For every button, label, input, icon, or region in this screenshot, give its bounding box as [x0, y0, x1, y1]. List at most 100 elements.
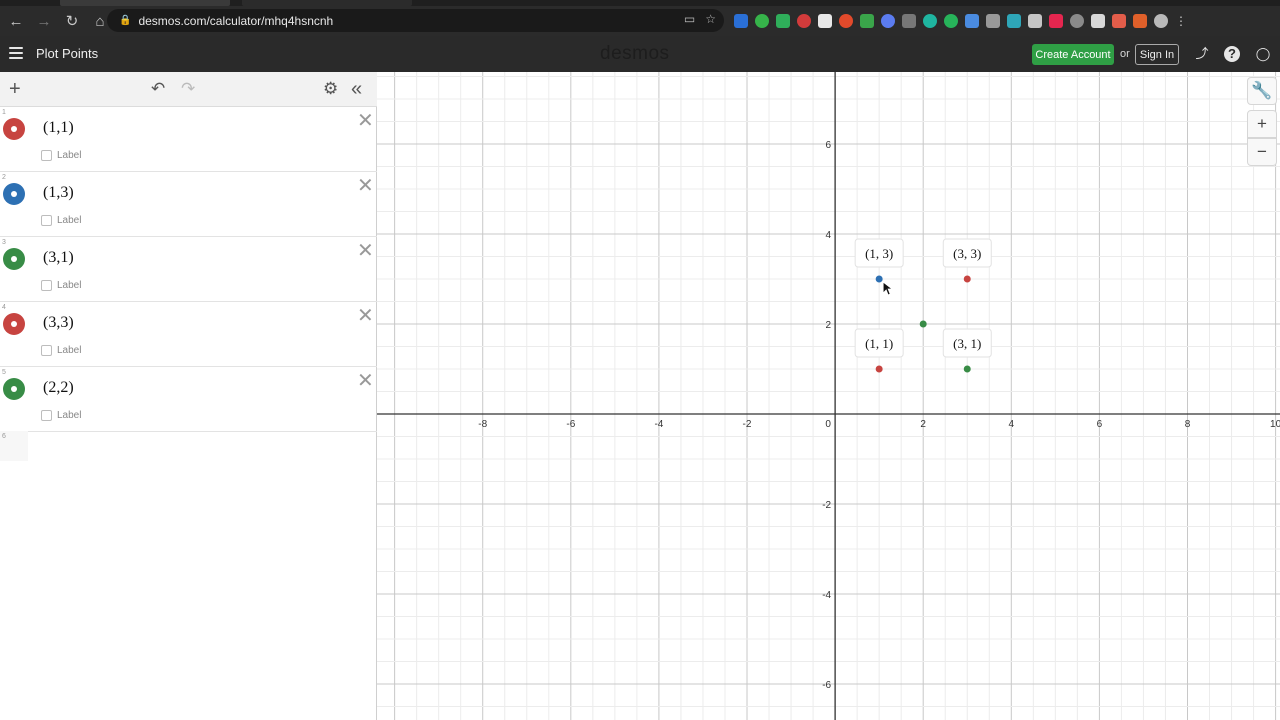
create-account-button[interactable]: Create Account [1032, 44, 1114, 65]
graph-canvas[interactable]: -8 -6 -4 -2 0 2 4 6 8 10 6 4 2 -2 -4 -6 (1, 1) (1, 3) (3, … [377, 72, 1280, 720]
label-checkbox[interactable] [41, 410, 52, 421]
label-checkbox[interactable] [41, 345, 52, 356]
graph-title[interactable]: Plot Points [36, 46, 98, 61]
add-item-icon[interactable]: + [9, 79, 21, 99]
adblock-extension-icon[interactable] [797, 14, 811, 28]
expression-index: 4 [2, 304, 6, 311]
expression-index: 6 [2, 433, 6, 440]
extension-icon[interactable] [1028, 14, 1042, 28]
expression-row[interactable]: 4 (3,3) ✕ Label [0, 302, 377, 367]
new-expression-row[interactable]: 6 [0, 431, 377, 461]
label-checkbox-text: Label [57, 215, 82, 226]
x-tick-label: 6 [1097, 419, 1103, 430]
delete-expression-icon[interactable]: ✕ [357, 176, 374, 196]
delete-expression-icon[interactable]: ✕ [357, 241, 374, 261]
delete-expression-icon[interactable]: ✕ [357, 306, 374, 326]
forward-icon[interactable]: → [32, 9, 56, 33]
point-color-icon[interactable] [3, 378, 25, 400]
expression-input[interactable]: (1,1) [43, 119, 74, 137]
x-tick-label: -2 [743, 419, 752, 430]
extension-icon[interactable] [860, 14, 874, 28]
reload-icon[interactable]: ↻ [60, 9, 84, 33]
graph-settings-wrench-icon[interactable]: 🔧 [1247, 77, 1277, 105]
expression-input[interactable]: (2,2) [43, 379, 74, 397]
expression-row[interactable]: 5 (2,2) ✕ Label [0, 367, 377, 432]
extension-icon[interactable] [923, 14, 937, 28]
expression-index: 3 [2, 239, 6, 246]
extension-icon[interactable] [1070, 14, 1084, 28]
point-label: (3, 1) [953, 336, 981, 351]
y-tick-label: -6 [822, 680, 831, 691]
point-color-icon[interactable] [3, 248, 25, 270]
point-color-icon[interactable] [3, 313, 25, 335]
profile-avatar-icon[interactable] [1154, 14, 1168, 28]
browser-toolbar: ← → ↻ ⌂ 🔒 desmos.com/calculator/mhq4hsnc… [0, 6, 1280, 36]
point-color-icon[interactable] [3, 183, 25, 205]
extension-icon[interactable] [1133, 14, 1147, 28]
plotted-point[interactable] [919, 320, 927, 328]
expression-input[interactable]: (3,3) [43, 314, 74, 332]
delete-expression-icon[interactable]: ✕ [357, 371, 374, 391]
label-checkbox[interactable] [41, 150, 52, 161]
extension-icon[interactable] [881, 14, 895, 28]
app-header: Plot Points desmos Create Account or Sig… [0, 36, 1280, 72]
mouse-cursor-icon [882, 281, 894, 296]
desmos-logo: desmos [600, 43, 670, 64]
share-icon[interactable]: ⤴ [1194, 46, 1210, 62]
extension-icon[interactable] [1007, 14, 1021, 28]
y-tick-label: -2 [822, 500, 831, 511]
label-checkbox-text: Label [57, 280, 82, 291]
delete-expression-icon[interactable]: ✕ [357, 111, 374, 131]
extension-icon[interactable] [839, 14, 853, 28]
expression-row[interactable]: 1 (1,1) ✕ Label [0, 107, 377, 172]
label-checkbox[interactable] [41, 215, 52, 226]
help-icon[interactable]: ? [1224, 46, 1240, 62]
extension-icon[interactable] [965, 14, 979, 28]
extension-icon[interactable] [986, 14, 1000, 28]
plotted-point[interactable] [875, 275, 883, 283]
extension-icon[interactable] [755, 14, 769, 28]
extension-icon[interactable] [1091, 14, 1105, 28]
label-checkbox[interactable] [41, 280, 52, 291]
terminal-extension-icon[interactable] [776, 14, 790, 28]
settings-gear-icon[interactable]: ⚙ [323, 80, 338, 98]
x-tick-label: -6 [566, 419, 575, 430]
expression-toolbar: + ↶ ↷ ⚙ « [0, 72, 377, 107]
plotted-point[interactable] [963, 275, 971, 283]
expression-input[interactable]: (1,3) [43, 184, 74, 202]
extension-icons: ⋮ [734, 14, 1189, 28]
extension-icon[interactable] [902, 14, 916, 28]
y-tick-label: 6 [826, 140, 832, 151]
shield-extension-icon[interactable] [734, 14, 748, 28]
grammarly-extension-icon[interactable] [944, 14, 958, 28]
zoom-out-icon[interactable]: − [1247, 138, 1277, 166]
plotted-point[interactable] [875, 365, 883, 373]
point-label: (1, 1) [865, 336, 893, 351]
undo-icon[interactable]: ↶ [151, 80, 165, 98]
collapse-panel-icon[interactable]: « [351, 79, 362, 99]
bookmark-star-icon[interactable]: ☆ [705, 12, 716, 26]
address-bar[interactable]: 🔒 desmos.com/calculator/mhq4hsncnh ▭ ☆ [107, 9, 724, 32]
expression-input[interactable]: (3,1) [43, 249, 74, 267]
globe-icon[interactable]: ◯ [1255, 46, 1271, 62]
hamburger-menu-icon[interactable] [9, 47, 23, 59]
url-text: desmos.com/calculator/mhq4hsncnh [138, 13, 334, 28]
graph-paper[interactable]: -8 -6 -4 -2 0 2 4 6 8 10 6 4 2 -2 -4 -6 (1, 1) (1, 3) (3, … [377, 72, 1280, 720]
x-tick-label: 8 [1185, 419, 1191, 430]
sign-in-button[interactable]: Sign In [1135, 44, 1179, 65]
pdf-extension-icon[interactable] [1112, 14, 1126, 28]
point-color-icon[interactable] [3, 118, 25, 140]
cast-icon[interactable]: ▭ [684, 12, 695, 26]
expression-row[interactable]: 2 (1,3) ✕ Label [0, 172, 377, 237]
x-tick-label: -8 [478, 419, 487, 430]
more-menu-icon[interactable]: ⋮ [1175, 14, 1189, 28]
back-icon[interactable]: ← [4, 9, 28, 33]
label-checkbox-text: Label [57, 150, 82, 161]
redo-icon[interactable]: ↷ [181, 80, 195, 98]
extension-icon[interactable] [1049, 14, 1063, 28]
zoom-in-icon[interactable]: + [1247, 110, 1277, 138]
y-tick-label: 4 [826, 230, 832, 241]
plotted-point[interactable] [963, 365, 971, 373]
expression-row[interactable]: 3 (3,1) ✕ Label [0, 237, 377, 302]
document-extension-icon[interactable] [818, 14, 832, 28]
